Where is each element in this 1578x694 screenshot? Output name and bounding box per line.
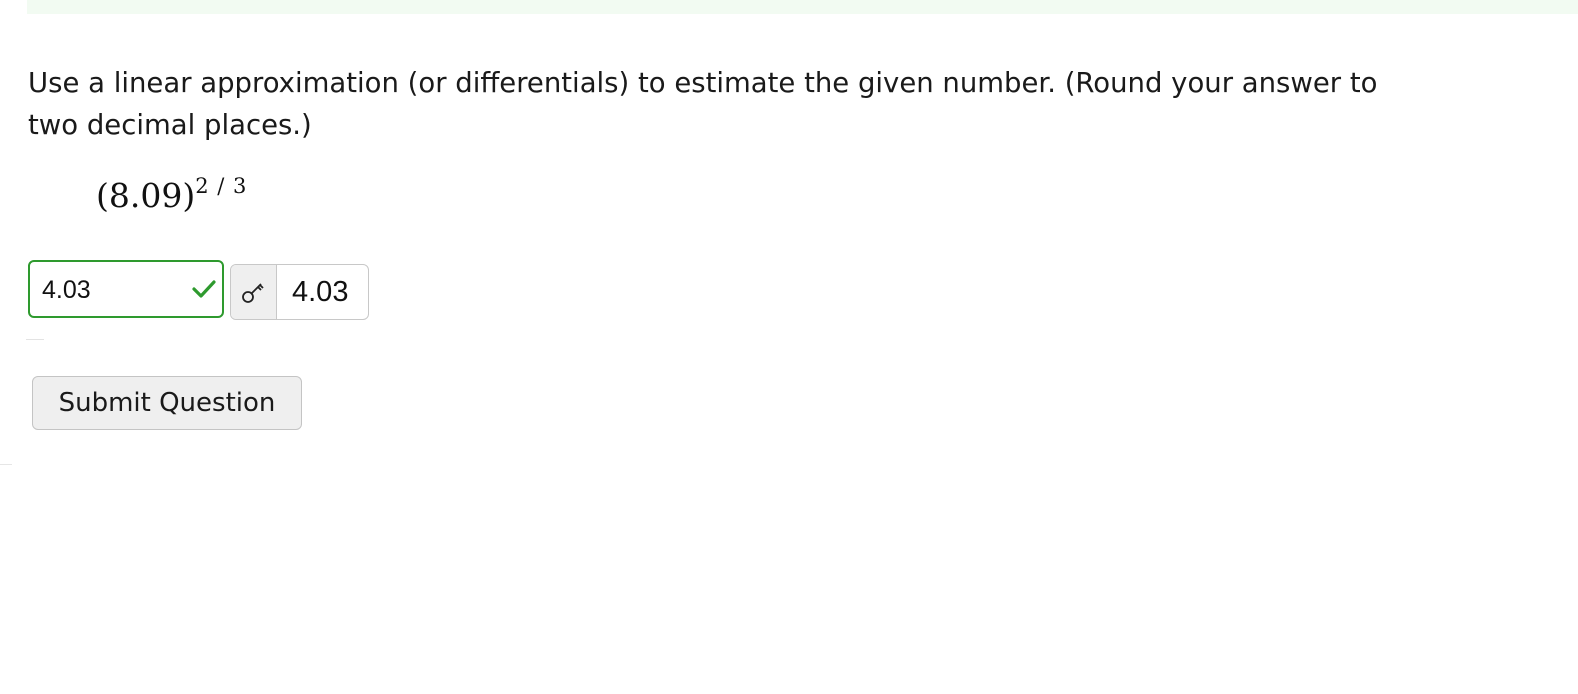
correct-answer-reveal: 4.03 xyxy=(230,264,369,320)
expression-exponent: 2 / 3 xyxy=(195,174,248,198)
show-answer-button[interactable] xyxy=(231,265,277,319)
answer-field[interactable] xyxy=(28,260,224,318)
math-expression: (8.09)2 / 3 xyxy=(96,174,248,215)
submit-question-button[interactable]: Submit Question xyxy=(32,376,302,430)
feedback-banner xyxy=(27,0,1578,14)
correct-answer-value: 4.03 xyxy=(292,276,349,308)
key-icon xyxy=(242,283,264,303)
divider xyxy=(0,464,12,465)
answer-input[interactable] xyxy=(42,274,192,306)
expression-base: (8.09) xyxy=(96,176,196,215)
question-text: Use a linear approximation (or different… xyxy=(28,67,1378,141)
check-icon xyxy=(192,279,216,299)
divider xyxy=(26,339,44,340)
